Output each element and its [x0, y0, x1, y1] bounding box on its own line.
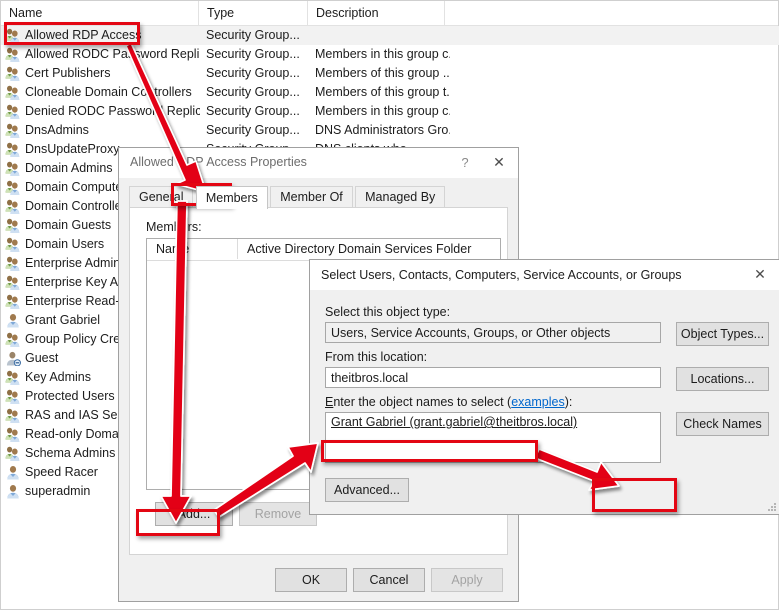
members-col-folder[interactable]: Active Directory Domain Services Folder — [237, 239, 501, 259]
user-icon — [5, 465, 21, 480]
group-icon — [5, 66, 21, 81]
user-icon — [5, 313, 21, 328]
group-icon — [5, 180, 21, 195]
location-value-text: theitbros.local — [331, 371, 409, 385]
group-icon — [5, 446, 21, 461]
user-icon — [5, 484, 21, 499]
advanced-button[interactable]: Advanced... — [325, 478, 409, 502]
group-icon — [5, 256, 21, 271]
properties-cancel-button[interactable]: Cancel — [353, 568, 425, 592]
properties-ok-button[interactable]: OK — [275, 568, 347, 592]
list-item-description — [315, 26, 450, 45]
list-item[interactable]: Allowed RODC Password Repli... Security G… — [1, 45, 779, 64]
list-item-description: Members of this group t... — [315, 85, 450, 99]
list-item-name: Cert Publishers — [25, 66, 111, 80]
list-item[interactable]: Denied RODC Password Replic... Security G… — [1, 102, 779, 121]
list-item-type: Security Group... — [206, 104, 300, 118]
select-users-dialog[interactable]: Select Users, Contacts, Computers, Servi… — [309, 259, 779, 515]
location-value-field[interactable]: theitbros.local — [325, 367, 661, 388]
list-item[interactable]: Allowed RDP Access Security Group... — [1, 26, 779, 45]
list-item-name: Denied RODC Password Replic... — [25, 104, 200, 118]
list-column-header: Name Type Description — [1, 1, 778, 26]
remove-button: Remove — [239, 502, 317, 526]
object-type-value-text: Users, Service Accounts, Groups, or Othe… — [331, 326, 611, 340]
list-item-name: DnsAdmins — [25, 123, 89, 137]
object-names-label-suffix: ): — [564, 395, 573, 409]
locations-button[interactable]: Locations... — [676, 367, 769, 391]
members-label: Members: — [146, 220, 202, 234]
group-icon — [5, 332, 21, 347]
column-header-filler — [444, 1, 779, 25]
help-icon[interactable]: ? — [448, 148, 482, 178]
group-icon — [5, 85, 21, 100]
screenshot-root: Name Type Description Allowed RDP Access… — [0, 0, 779, 614]
object-names-label: Enter the object names to select (exampl… — [325, 395, 572, 409]
group-icon — [5, 123, 21, 138]
group-icon — [5, 161, 21, 176]
group-icon — [5, 237, 21, 252]
group-icon — [5, 104, 21, 119]
members-col-name[interactable]: Name — [147, 239, 237, 259]
properties-apply-button: Apply — [431, 568, 503, 592]
list-item-description: DNS Administrators Gro... — [315, 123, 450, 137]
column-header-type[interactable]: Type — [198, 1, 307, 25]
list-item-description: Members in this group c... — [315, 104, 450, 118]
tab-member-of[interactable]: Member Of — [270, 186, 353, 208]
object-names-input-value: Grant Gabriel (grant.gabriel@theitbros.l… — [331, 415, 578, 429]
group-icon — [5, 389, 21, 404]
properties-title-bar[interactable]: Allowed RDP Access Properties ? ✕ — [119, 148, 518, 178]
list-item-description: Members of this group ... — [315, 66, 450, 80]
list-item[interactable]: Cert Publishers Security Group... Members … — [1, 64, 779, 83]
select-close-icon[interactable]: ✕ — [743, 260, 777, 290]
check-names-button[interactable]: Check Names — [676, 412, 769, 436]
list-item-name: Allowed RODC Password Repli... — [25, 47, 200, 61]
list-item[interactable]: DnsAdmins Security Group... DNS Administra… — [1, 121, 779, 140]
group-icon — [5, 294, 21, 309]
list-item-type: Security Group... — [206, 66, 300, 80]
list-item-name: Cloneable Domain Controllers — [25, 85, 192, 99]
group-icon — [5, 275, 21, 290]
group-icon — [5, 427, 21, 442]
list-item-name: Allowed RDP Access — [25, 28, 142, 42]
properties-title-text: Allowed RDP Access Properties — [130, 155, 307, 169]
group-icon — [5, 370, 21, 385]
group-icon — [5, 199, 21, 214]
examples-link[interactable]: examples — [511, 395, 565, 409]
group-icon — [5, 218, 21, 233]
list-item[interactable]: Cloneable Domain Controllers Security Gro… — [1, 83, 779, 102]
object-type-value[interactable]: Users, Service Accounts, Groups, or Othe… — [325, 322, 661, 343]
select-title-text: Select Users, Contacts, Computers, Servi… — [321, 268, 682, 282]
list-item-type: Security Group... — [206, 47, 300, 61]
tab-managed-by[interactable]: Managed By — [355, 186, 446, 208]
group-icon — [5, 28, 21, 43]
tab-general[interactable]: General — [129, 186, 194, 208]
group-icon — [5, 408, 21, 423]
location-label: From this location: — [325, 350, 428, 364]
add-button[interactable]: Add... — [155, 502, 233, 526]
column-header-name[interactable]: Name — [1, 1, 198, 25]
tab-members[interactable]: Members — [195, 186, 268, 209]
object-types-button[interactable]: Object Types... — [676, 322, 769, 346]
object-type-label: Select this object type: — [325, 305, 451, 319]
group-icon — [5, 142, 21, 157]
user-disabled-icon — [5, 351, 21, 367]
object-names-label-rest: nter the object names to select ( — [333, 395, 512, 409]
list-item-description: Members in this group c... — [315, 47, 450, 61]
close-icon[interactable]: ✕ — [482, 148, 516, 178]
list-item-type: Security Group... — [206, 123, 300, 137]
resize-grip-icon[interactable] — [767, 502, 777, 512]
select-title-bar[interactable]: Select Users, Contacts, Computers, Servi… — [310, 260, 779, 290]
members-listbox-header: Name Active Directory Domain Services Fo… — [147, 239, 500, 261]
list-item-type: Security Group... — [206, 28, 300, 42]
group-icon — [5, 47, 21, 62]
list-item-type: Security Group... — [206, 85, 300, 99]
column-header-description[interactable]: Description — [307, 1, 444, 25]
object-names-input[interactable]: Grant Gabriel (grant.gabriel@theitbros.l… — [325, 412, 661, 463]
properties-tabstrip: General Members Member Of Managed By — [129, 186, 446, 209]
